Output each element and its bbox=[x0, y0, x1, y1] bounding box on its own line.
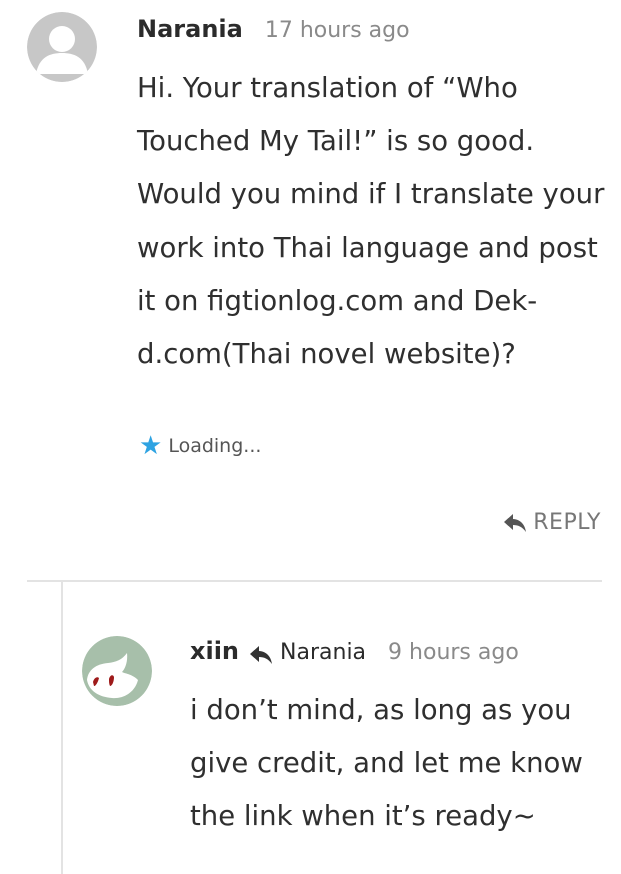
character-avatar-icon bbox=[82, 636, 152, 706]
reply-label: REPLY bbox=[533, 510, 601, 535]
avatar[interactable] bbox=[27, 12, 97, 82]
reply-arrow-icon bbox=[250, 646, 273, 664]
like-loading-label: Loading... bbox=[168, 435, 262, 457]
default-user-avatar-icon bbox=[27, 12, 97, 82]
avatar[interactable] bbox=[82, 636, 152, 706]
star-icon: ★ bbox=[139, 431, 163, 461]
divider bbox=[27, 580, 602, 582]
comment-timestamp[interactable]: 17 hours ago bbox=[265, 18, 410, 43]
reply-text: i don’t mind, as long as you give credit… bbox=[190, 694, 583, 833]
reply-meta: xiin Narania 9 hours ago bbox=[190, 637, 519, 673]
reply-author[interactable]: xiin bbox=[190, 637, 239, 665]
comment-author[interactable]: Narania bbox=[137, 15, 243, 43]
comment-text: Hi. Your translation of “Who Touched My … bbox=[137, 72, 605, 371]
reply-arrow-icon bbox=[504, 513, 527, 532]
comment-meta: Narania 17 hours ago bbox=[137, 15, 410, 51]
reply-timestamp[interactable]: 9 hours ago bbox=[388, 640, 519, 665]
in-reply-to-link[interactable]: Narania bbox=[280, 640, 366, 665]
like-widget[interactable]: ★ Loading... bbox=[139, 433, 261, 459]
thread-line bbox=[61, 581, 63, 874]
reply-button[interactable]: REPLY bbox=[503, 510, 601, 535]
